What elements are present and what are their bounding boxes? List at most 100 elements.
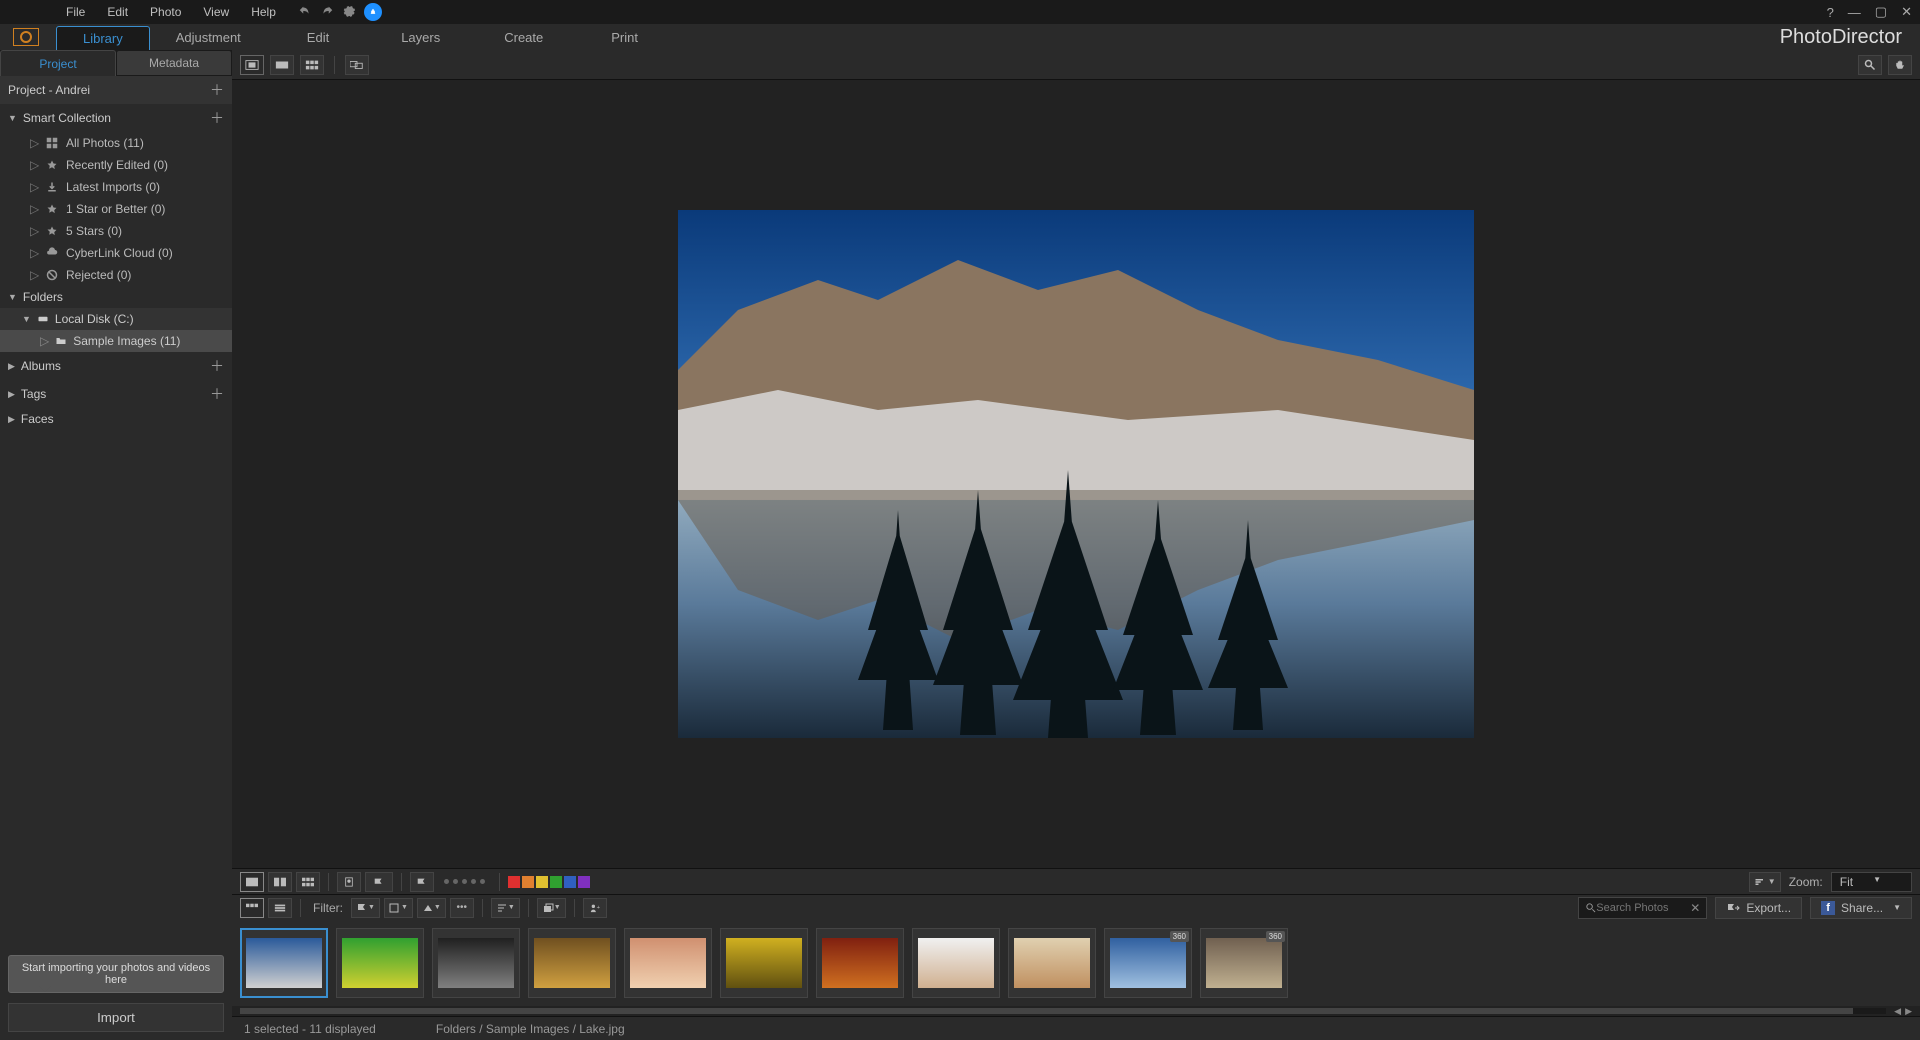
- notification-icon[interactable]: [364, 3, 382, 21]
- view-secondary-icon[interactable]: [345, 55, 369, 75]
- person-add-icon[interactable]: +: [583, 898, 607, 918]
- thumbnail[interactable]: [336, 928, 424, 998]
- undo-icon[interactable]: [298, 4, 312, 21]
- tab-adjustment[interactable]: Adjustment: [150, 24, 267, 50]
- zoom-tool-icon[interactable]: [1858, 55, 1882, 75]
- filmstrip-toolbar-2: Filter: ▼ ▼ ▼ ••• ▼ ▼ + ✕: [232, 894, 1920, 920]
- thumbnail[interactable]: [1008, 928, 1096, 998]
- view-single-icon[interactable]: [240, 55, 264, 75]
- color-labels[interactable]: [508, 876, 590, 888]
- albums-add-icon[interactable]: ＋: [210, 356, 224, 376]
- color-swatch[interactable]: [578, 876, 590, 888]
- filmstrip-scrollbar[interactable]: ◀▶: [232, 1006, 1920, 1016]
- thumbnail[interactable]: [816, 928, 904, 998]
- section-albums[interactable]: ▶Albums ＋: [0, 352, 232, 380]
- flag-pick-icon[interactable]: [410, 872, 434, 892]
- thumbnail[interactable]: [528, 928, 616, 998]
- image-viewer[interactable]: [232, 80, 1920, 868]
- view-toolbar: [232, 50, 1920, 80]
- color-swatch[interactable]: [508, 876, 520, 888]
- filter-label-icon[interactable]: ▼: [384, 898, 413, 918]
- panel-tab-project[interactable]: Project: [0, 50, 116, 76]
- tree-item-cloud[interactable]: ▷CyberLink Cloud (0): [0, 242, 232, 264]
- status-path: Folders / Sample Images / Lake.jpg: [436, 1022, 625, 1036]
- sort-icon[interactable]: ▼: [1749, 872, 1781, 892]
- section-tags[interactable]: ▶Tags ＋: [0, 380, 232, 408]
- tree-item-5stars[interactable]: ▷5 Stars (0): [0, 220, 232, 242]
- filter-flag-icon[interactable]: ▼: [351, 898, 380, 918]
- export-button[interactable]: Export...: [1715, 897, 1802, 919]
- tab-create[interactable]: Create: [472, 24, 575, 50]
- thumb-view-icon[interactable]: [240, 898, 264, 918]
- search-input[interactable]: ✕: [1578, 897, 1707, 919]
- panel-tab-metadata[interactable]: Metadata: [116, 50, 232, 76]
- pan-tool-icon[interactable]: [1888, 55, 1912, 75]
- thumbnail[interactable]: [912, 928, 1000, 998]
- color-swatch[interactable]: [522, 876, 534, 888]
- menu-edit[interactable]: Edit: [97, 2, 138, 22]
- tree-item-disk[interactable]: ▼ Local Disk (C:): [0, 308, 232, 330]
- view-compare-icon[interactable]: [270, 55, 294, 75]
- search-clear-icon[interactable]: ✕: [1690, 901, 1700, 915]
- import-button[interactable]: Import: [8, 1003, 224, 1032]
- help-icon[interactable]: ?: [1827, 5, 1834, 20]
- scroll-right-icon[interactable]: ▶: [1905, 1006, 1912, 1017]
- share-button[interactable]: f Share... ▼: [1810, 897, 1912, 919]
- face-tag-icon[interactable]: [337, 872, 361, 892]
- flag-icon[interactable]: [365, 872, 393, 892]
- menu-photo[interactable]: Photo: [140, 2, 191, 22]
- tree-item-recently-edited[interactable]: ▷Recently Edited (0): [0, 154, 232, 176]
- thumbnail[interactable]: [240, 928, 328, 998]
- layout-split-icon[interactable]: [268, 872, 292, 892]
- menu-file[interactable]: File: [56, 2, 95, 22]
- status-bar: 1 selected - 11 displayed Folders / Samp…: [232, 1016, 1920, 1040]
- thumbnail[interactable]: 360: [1200, 928, 1288, 998]
- zoom-select[interactable]: Fit▼: [1831, 872, 1912, 892]
- search-field[interactable]: [1596, 902, 1686, 914]
- filmstrip[interactable]: 360360: [232, 920, 1920, 1006]
- section-faces[interactable]: ▶Faces: [0, 408, 232, 430]
- menu-help[interactable]: Help: [241, 2, 286, 22]
- filter-rating-icon[interactable]: ▼: [417, 898, 446, 918]
- tree-item-all-photos[interactable]: ▷All Photos (11): [0, 132, 232, 154]
- thumbnail[interactable]: [432, 928, 520, 998]
- view-grid-icon[interactable]: [300, 55, 324, 75]
- filter-more-icon[interactable]: •••: [450, 898, 474, 918]
- thumbnail[interactable]: 360: [1104, 928, 1192, 998]
- scroll-left-icon[interactable]: ◀: [1894, 1006, 1901, 1017]
- project-header: Project - Andrei ＋: [0, 76, 232, 104]
- section-smart-collection[interactable]: ▼Smart Collection ＋: [0, 104, 232, 132]
- tab-library[interactable]: Library: [56, 26, 150, 50]
- tree-item-latest-imports[interactable]: ▷Latest Imports (0): [0, 176, 232, 198]
- smart-collection-add-icon[interactable]: ＋: [210, 108, 224, 128]
- thumbnail[interactable]: [624, 928, 712, 998]
- project-add-icon[interactable]: ＋: [210, 80, 224, 100]
- tab-edit[interactable]: Edit: [267, 24, 369, 50]
- tags-add-icon[interactable]: ＋: [210, 384, 224, 404]
- filter-label: Filter:: [313, 901, 343, 915]
- app-logo-icon: [6, 24, 46, 50]
- maximize-icon[interactable]: ▢: [1875, 4, 1887, 20]
- tree-item-rejected[interactable]: ▷Rejected (0): [0, 264, 232, 286]
- sort-order-icon[interactable]: ▼: [491, 898, 520, 918]
- minimize-icon[interactable]: —: [1848, 5, 1861, 20]
- color-swatch[interactable]: [564, 876, 576, 888]
- layout-single-icon[interactable]: [240, 872, 264, 892]
- tree-item-sample-images[interactable]: ▷ Sample Images (11): [0, 330, 232, 352]
- settings-icon[interactable]: [342, 4, 356, 21]
- tab-layers[interactable]: Layers: [369, 24, 472, 50]
- tree-item-1star[interactable]: ▷1 Star or Better (0): [0, 198, 232, 220]
- close-icon[interactable]: ✕: [1901, 4, 1912, 20]
- rating-dots[interactable]: [444, 879, 485, 884]
- menu-view[interactable]: View: [193, 2, 239, 22]
- stack-icon[interactable]: ▼: [537, 898, 566, 918]
- tab-print[interactable]: Print: [575, 24, 674, 50]
- layout-multi-icon[interactable]: [296, 872, 320, 892]
- list-view-icon[interactable]: [268, 898, 292, 918]
- redo-icon[interactable]: [320, 4, 334, 21]
- color-swatch[interactable]: [536, 876, 548, 888]
- color-swatch[interactable]: [550, 876, 562, 888]
- section-folders[interactable]: ▼Folders: [0, 286, 232, 308]
- folders-label: Folders: [23, 290, 63, 304]
- thumbnail[interactable]: [720, 928, 808, 998]
